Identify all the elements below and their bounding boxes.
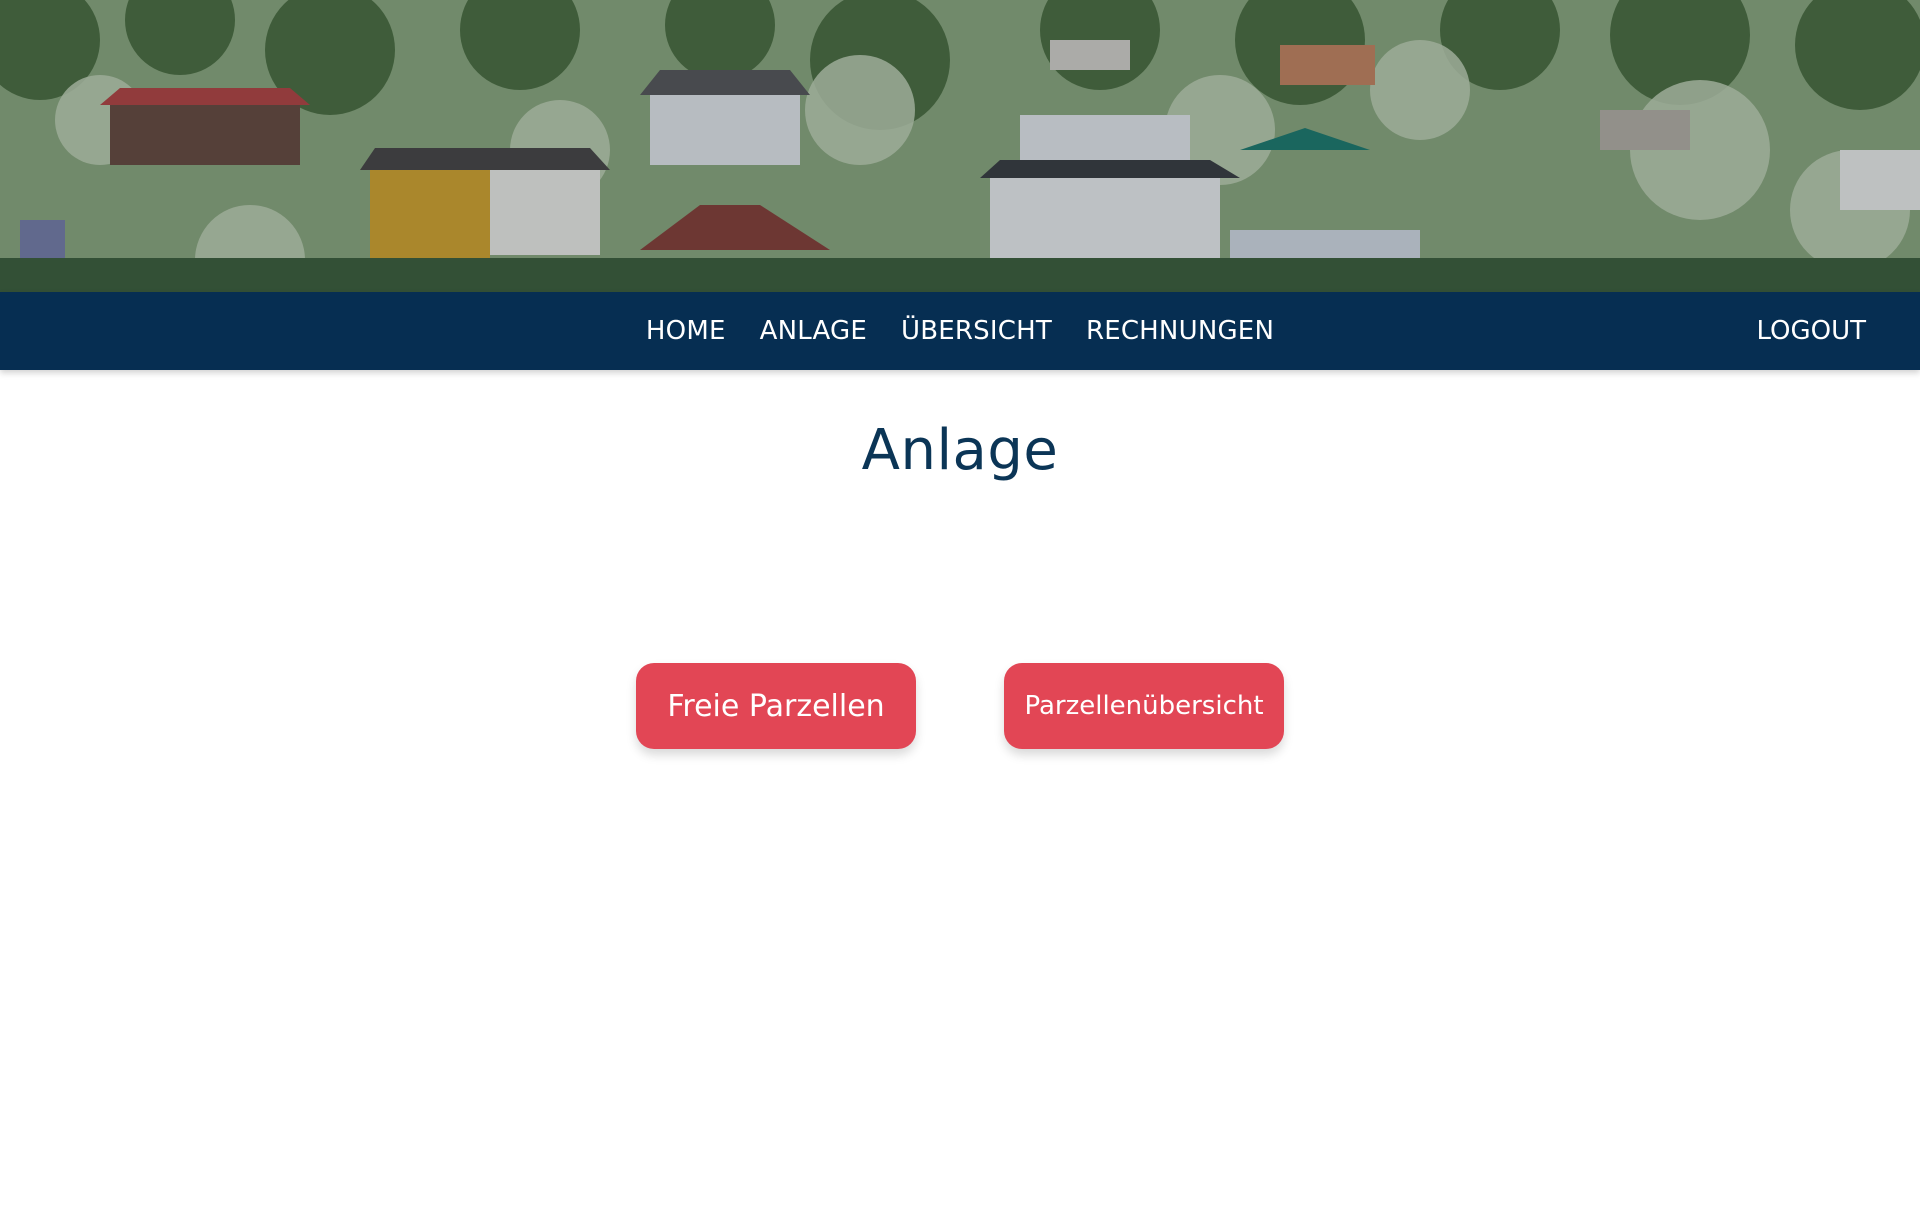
logout-link[interactable]: LOGOUT bbox=[1756, 292, 1866, 370]
hero-banner-image bbox=[0, 0, 1920, 292]
nav-links: HOME ANLAGE ÜBERSICHT RECHNUNGEN bbox=[0, 292, 1920, 370]
allotment-garden-illustration bbox=[0, 0, 1920, 292]
plot-overview-button[interactable]: Parzellenübersicht bbox=[1004, 663, 1284, 749]
nav-anlage[interactable]: ANLAGE bbox=[760, 316, 867, 346]
main-navbar: HOME ANLAGE ÜBERSICHT RECHNUNGEN LOGOUT bbox=[0, 292, 1920, 370]
nav-rechnungen[interactable]: RECHNUNGEN bbox=[1086, 316, 1274, 346]
free-plots-button[interactable]: Freie Parzellen bbox=[636, 663, 916, 749]
nav-home[interactable]: HOME bbox=[646, 316, 726, 346]
page-title: Anlage bbox=[861, 418, 1059, 483]
nav-uebersicht[interactable]: ÜBERSICHT bbox=[901, 316, 1052, 346]
